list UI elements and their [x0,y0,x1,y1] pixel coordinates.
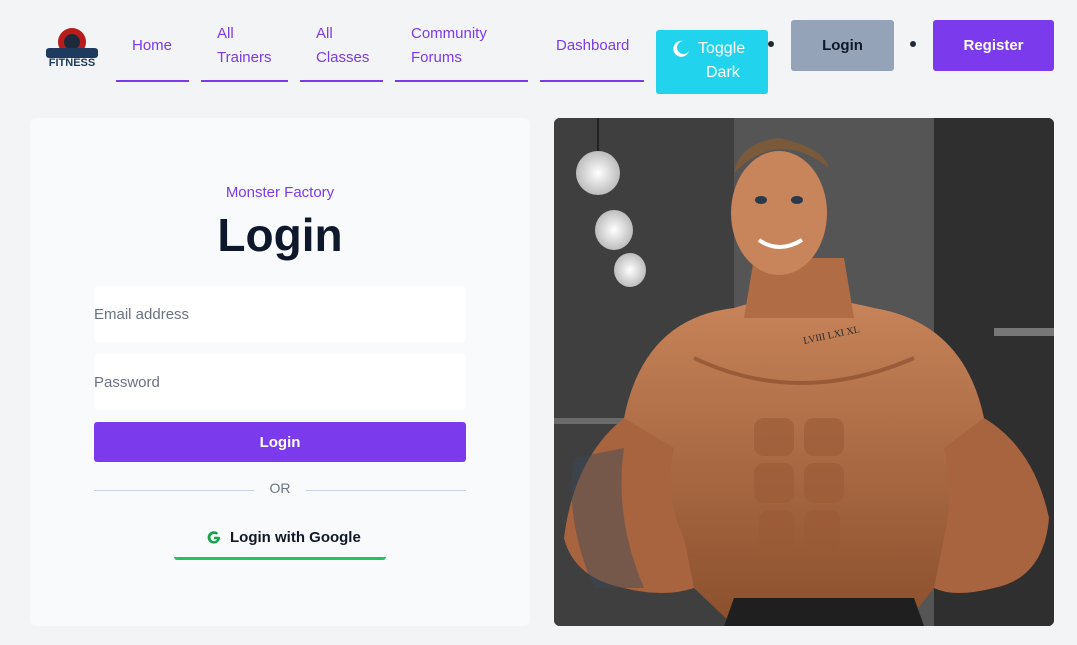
nav-link-label-1: All [316,25,333,42]
nav-link-label-1: All [217,25,234,42]
nav-link-community-forums[interactable]: Community Forums [395,22,528,82]
navbar: FITNESS Home All Trainers All Classes Co… [0,0,1077,100]
toggle-dark-label-2: Dark [706,64,740,81]
moon-icon [673,40,689,57]
list-bullet [768,41,774,47]
nav-link-all-trainers[interactable]: All Trainers [201,22,288,82]
toggle-dark-button[interactable]: Toggle Dark [656,30,768,94]
google-login-button[interactable]: Login with Google [174,520,386,560]
nav-link-home[interactable]: Home [116,22,189,82]
login-card: Monster Factory Login Login OR Login wit… [30,118,530,626]
divider-right [306,490,466,491]
password-field[interactable] [94,354,466,410]
login-submit-button[interactable]: Login [94,422,466,462]
hero-image: LVIII LXI XL [554,118,1054,626]
nav-link-label-2: Forums [411,49,462,66]
fitness-logo[interactable]: FITNESS [40,22,104,72]
brand-name: Monster Factory [225,184,335,201]
google-icon [207,531,220,544]
nav-link-dashboard[interactable]: Dashboard [540,22,644,82]
google-login-label: Login with Google [230,529,361,546]
nav-link-all-classes[interactable]: All Classes [300,22,383,82]
nav-link-label-1: Community [411,25,487,42]
register-button[interactable]: Register [933,20,1054,71]
logo-text: FITNESS [49,57,95,69]
nav-login-button[interactable]: Login [791,20,894,71]
page-title: Login [217,209,343,261]
bodybuilder-photo: LVIII LXI XL [554,118,1054,626]
nav-link-dashboard-label: Dashboard [556,37,630,54]
toggle-dark-label-1: Toggle [698,40,746,57]
or-divider-text: OR [269,480,291,496]
nav-link-label-2: Classes [316,49,370,66]
nav-link-label-2: Trainers [217,49,272,66]
list-bullet [910,41,916,47]
nav-link-home-label: Home [132,37,173,54]
email-field[interactable] [94,286,466,342]
